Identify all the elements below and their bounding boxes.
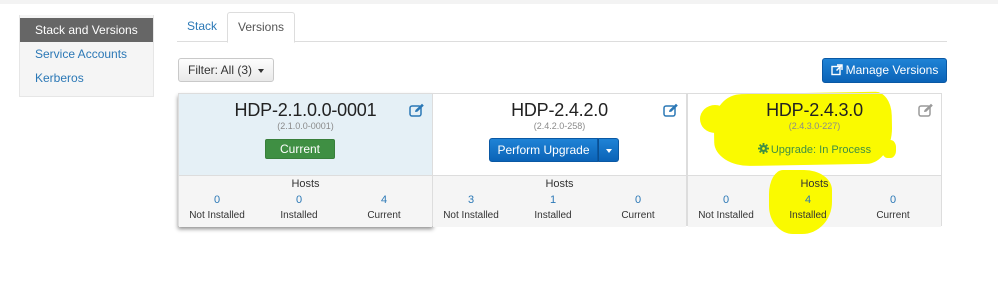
version-card-current: HDP-2.1.0.0-0001 (2.1.0.0-0001) Current …: [178, 93, 433, 227]
hosts-state-label: Not Installed: [443, 210, 499, 221]
sidebar-item-kerberos[interactable]: Kerberos: [20, 66, 153, 90]
manage-versions-button[interactable]: Manage Versions: [822, 58, 947, 83]
filter-dropdown[interactable]: Filter: All (3): [178, 58, 275, 82]
version-card-available: HDP-2.4.2.0 (2.4.2.0-258) Perform Upgrad…: [432, 93, 687, 227]
hosts-count-link[interactable]: 0: [853, 193, 933, 208]
version-title: HDP-2.4.2.0: [511, 100, 608, 120]
hosts-installed: 0 Installed: [259, 193, 339, 223]
hosts-state-label: Current: [621, 210, 655, 221]
hosts-count-link[interactable]: 3: [431, 193, 511, 208]
version-build: (2.4.3.0-227): [788, 121, 841, 131]
version-card-upgrading: HDP-2.4.3.0 (2.4.3.0-227) Upgrade: In Pr…: [686, 93, 942, 234]
sidebar-item-service-accounts[interactable]: Service Accounts: [20, 42, 153, 66]
version-build: (2.4.2.0-258): [533, 121, 586, 131]
hosts-count-link[interactable]: 0: [259, 193, 339, 208]
tab-stack[interactable]: Stack: [177, 12, 227, 43]
hosts-label: Hosts: [291, 178, 320, 190]
hosts-summary: Hosts 3 Not Installed 1 Installed 0 Curr…: [433, 175, 686, 227]
hosts-state-label: Current: [367, 210, 401, 221]
upgrade-status-label: Upgrade: In Process: [770, 144, 872, 156]
gear-icon: [757, 143, 769, 154]
perform-upgrade-button[interactable]: Perform Upgrade: [489, 138, 598, 162]
perform-upgrade-split-button: Perform Upgrade: [489, 138, 619, 162]
sidebar-item-stack-and-versions[interactable]: Stack and Versions: [20, 18, 153, 42]
hosts-state-label: Not Installed: [698, 210, 754, 221]
hosts-installed: 4 Installed: [768, 193, 848, 223]
hosts-not-installed: 0 Not Installed: [177, 193, 257, 223]
hosts-count-link[interactable]: 1: [513, 193, 593, 208]
version-title: HDP-2.1.0.0-0001: [234, 100, 377, 120]
external-link-icon: [830, 64, 843, 76]
version-build: (2.1.0.0-0001): [277, 121, 334, 131]
current-badge: Current: [265, 139, 335, 159]
hosts-summary: Hosts 0 Not Installed 0 Installed 4 Curr…: [179, 175, 432, 227]
hosts-count-link[interactable]: 0: [177, 193, 257, 208]
hosts-label: Hosts: [545, 178, 574, 190]
hosts-count-link[interactable]: 4: [344, 193, 424, 208]
edit-icon[interactable]: [663, 103, 679, 117]
hosts-count-link[interactable]: 0: [598, 193, 678, 208]
hosts-label: Hosts: [800, 178, 829, 190]
hosts-state-label: Current: [876, 210, 910, 221]
chevron-down-icon: [258, 68, 265, 73]
hosts-state-label: Installed: [280, 210, 318, 221]
hosts-state-label: Installed: [534, 210, 572, 221]
hosts-not-installed: 3 Not Installed: [431, 193, 511, 223]
upgrade-options-toggle[interactable]: [598, 138, 619, 162]
tab-versions[interactable]: Versions: [227, 12, 296, 43]
edit-icon[interactable]: [409, 103, 425, 117]
tab-bar: Stack Versions: [177, 12, 947, 43]
filter-label: Filter: All (3): [188, 63, 253, 77]
chevron-down-icon: [606, 149, 612, 153]
manage-versions-label: Manage Versions: [845, 63, 939, 77]
hosts-state-label: Installed: [789, 210, 827, 221]
hosts-installed: 1 Installed: [513, 193, 593, 223]
version-title: HDP-2.4.3.0: [766, 100, 863, 120]
edit-icon[interactable]: [918, 103, 934, 117]
admin-sidebar: Stack and Versions Service Accounts Kerb…: [19, 15, 154, 97]
hosts-current: 4 Current: [344, 193, 424, 223]
hosts-count-link[interactable]: 4: [768, 193, 848, 208]
hosts-current: 0 Current: [598, 193, 678, 223]
hosts-not-installed: 0 Not Installed: [686, 193, 766, 223]
hosts-current: 0 Current: [853, 193, 933, 223]
hosts-count-link[interactable]: 0: [686, 193, 766, 208]
hosts-summary: Hosts 0 Not Installed 4 Installed 0 Curr…: [686, 170, 941, 234]
hosts-state-label: Not Installed: [189, 210, 245, 221]
top-bar: [0, 0, 998, 4]
upgrade-status[interactable]: Upgrade: In Process: [688, 143, 941, 156]
